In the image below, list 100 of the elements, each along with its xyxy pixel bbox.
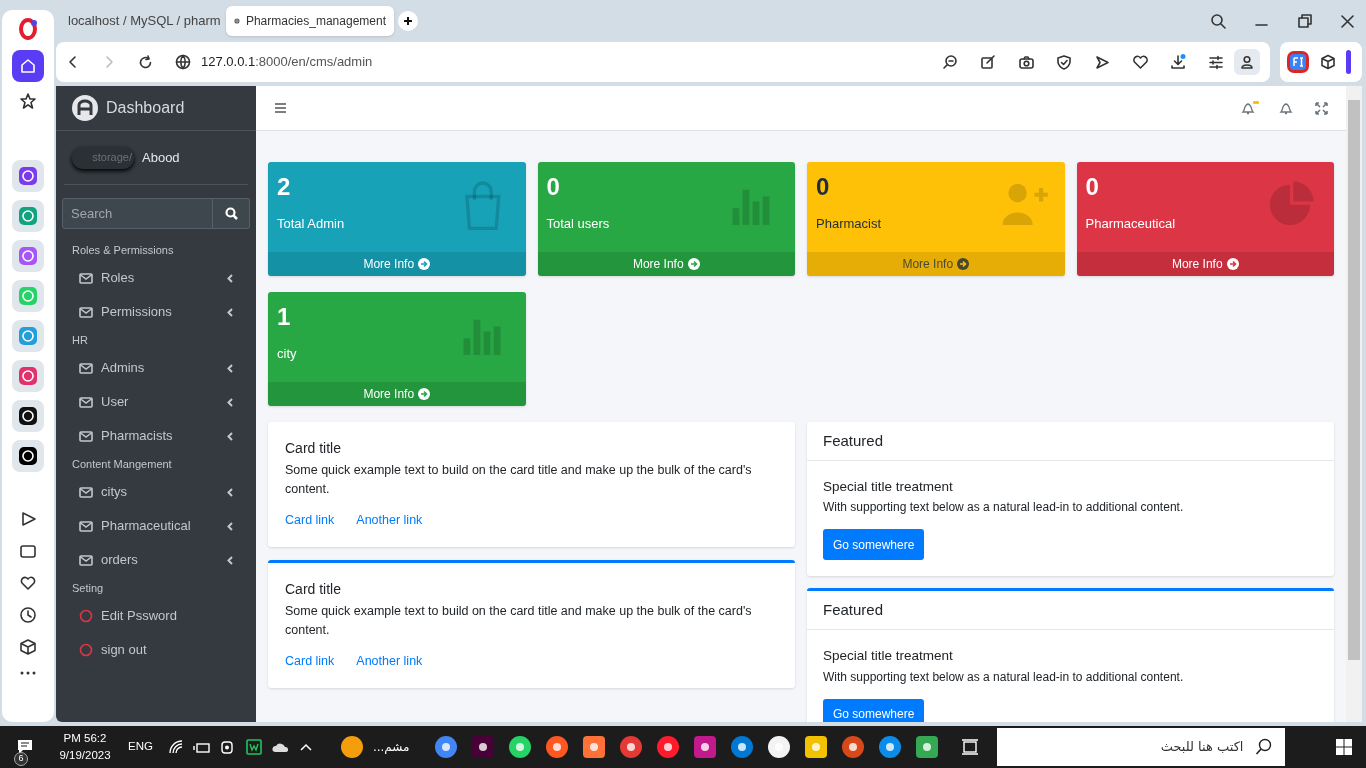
scrollbar[interactable] (1346, 86, 1362, 722)
send-icon[interactable] (1094, 54, 1110, 70)
app-button[interactable] (12, 440, 44, 472)
menu-item[interactable]: Admins (64, 351, 248, 385)
arrow-circle-icon (418, 388, 431, 400)
envelope-icon (79, 486, 93, 498)
taskbar-app[interactable]: مشم... (336, 726, 414, 768)
more-info-link[interactable]: More Info (537, 252, 795, 276)
go-button[interactable]: Go somewhere (823, 698, 925, 722)
user-name[interactable]: Abood (142, 147, 180, 168)
clock-date[interactable]: 9/19/2023 (59, 747, 111, 764)
search-button[interactable] (213, 198, 250, 229)
notification-badge: 6 (14, 752, 28, 766)
heart-icon[interactable] (19, 574, 37, 592)
bell-icon[interactable] (1279, 101, 1293, 115)
new-tab-button[interactable] (398, 11, 418, 31)
chevron-left-icon (227, 487, 233, 497)
app-icon (619, 735, 643, 759)
chevron-left-icon (227, 307, 233, 317)
more-info-link[interactable]: More Info (1076, 252, 1334, 276)
sliders-icon[interactable] (1208, 54, 1224, 70)
section-header: Seting (71, 580, 105, 596)
close-icon[interactable] (1339, 12, 1356, 30)
menu-icon[interactable] (274, 102, 287, 114)
section-header: HR (71, 332, 89, 348)
menu-item[interactable]: citys (64, 475, 248, 509)
card-link[interactable]: Card link (285, 651, 335, 671)
chevron-left-icon (227, 273, 233, 283)
app-icon (656, 735, 680, 759)
card-link[interactable]: Card link (285, 511, 335, 530)
app-icon (18, 326, 38, 346)
more-icon[interactable] (19, 670, 37, 676)
opera-logo-icon[interactable] (17, 18, 39, 40)
cube-icon[interactable] (19, 638, 37, 656)
brand-title[interactable]: Dashboard (106, 96, 185, 120)
app-icon (545, 735, 569, 759)
card-title: Special title treatment (823, 478, 954, 496)
search-field[interactable]: اكتب هنا للبحث (997, 728, 1286, 766)
browser-tab[interactable]: localhost / MySQL / pharm (60, 6, 222, 36)
home-button[interactable] (12, 50, 44, 82)
star-icon[interactable] (19, 92, 37, 110)
camera-icon[interactable] (1018, 54, 1034, 70)
shield-icon[interactable] (1056, 54, 1072, 70)
profile-button[interactable] (1234, 49, 1260, 75)
app-icon (582, 735, 606, 759)
search-icon[interactable] (1210, 12, 1227, 30)
task-view-icon[interactable] (961, 738, 980, 756)
wallet-icon[interactable] (19, 542, 37, 560)
app-icon (18, 366, 38, 386)
menu-item[interactable]: Pharmaceutical (64, 509, 248, 543)
restore-icon[interactable] (1296, 12, 1313, 30)
clock-time[interactable]: PM 56:2 (63, 730, 107, 747)
reload-icon[interactable] (138, 54, 153, 70)
envelope-icon (79, 520, 93, 532)
more-info-link[interactable]: More Info (807, 252, 1065, 276)
stat-label: city (277, 345, 298, 363)
browser-tab[interactable]: Pharmacies_management (226, 6, 394, 36)
go-button[interactable]: Go somewhere (823, 529, 925, 561)
person-icon (1240, 55, 1254, 69)
wifi-icon[interactable] (166, 738, 185, 756)
menu-item[interactable]: orders (64, 543, 248, 577)
fullscreen-icon[interactable] (1315, 101, 1328, 115)
user-image: storage/ (72, 146, 134, 169)
menu-item[interactable]: sign out (64, 633, 248, 667)
menu-item[interactable]: Pharmacists (64, 419, 248, 453)
app-icon[interactable] (244, 738, 263, 756)
search-field[interactable]: Search (62, 198, 213, 229)
sidebar-toggle[interactable] (1346, 50, 1351, 74)
stat-value: 0 (816, 172, 831, 202)
card-text: With supporting text below as a natural lead-in to additional content. (823, 499, 1185, 517)
app-icon (730, 735, 754, 759)
notifications-button[interactable]: 6 (0, 726, 50, 768)
card-link[interactable]: Another link (356, 511, 423, 530)
app-button[interactable] (12, 400, 44, 432)
cube-icon[interactable] (1320, 54, 1336, 70)
zoom-out-icon[interactable] (942, 54, 958, 70)
card-link[interactable]: Another link (356, 651, 423, 671)
clock-icon[interactable] (19, 606, 37, 624)
extension-icon[interactable] (1286, 50, 1310, 74)
menu-item[interactable]: Edit Pssword (64, 599, 248, 633)
envelope-icon (79, 554, 93, 566)
stat-value: 2 (277, 172, 292, 202)
menu-item[interactable]: Permissions (64, 295, 248, 329)
app-icon (18, 286, 38, 306)
bell-icon[interactable] (1241, 101, 1259, 115)
more-info-link[interactable]: More Info (268, 252, 526, 276)
language-indicator[interactable]: ENG (128, 738, 153, 756)
scrollbar-thumb[interactable] (1348, 100, 1360, 660)
edit-icon[interactable] (980, 54, 996, 70)
menu-item[interactable]: Roles (64, 261, 248, 295)
play-icon[interactable] (19, 510, 37, 528)
chevron-left-icon (227, 397, 233, 407)
more-info-link[interactable]: More Info (268, 382, 526, 406)
download-icon[interactable] (1170, 54, 1186, 70)
stat-label: Total Admin (277, 215, 346, 233)
circle-icon (79, 609, 93, 623)
url-field[interactable]: 127.0.0.1:8000/en/cms/admin (201, 52, 373, 72)
app-icon (18, 206, 38, 226)
menu-item[interactable]: User (64, 385, 248, 419)
heart-icon[interactable] (1132, 54, 1148, 70)
